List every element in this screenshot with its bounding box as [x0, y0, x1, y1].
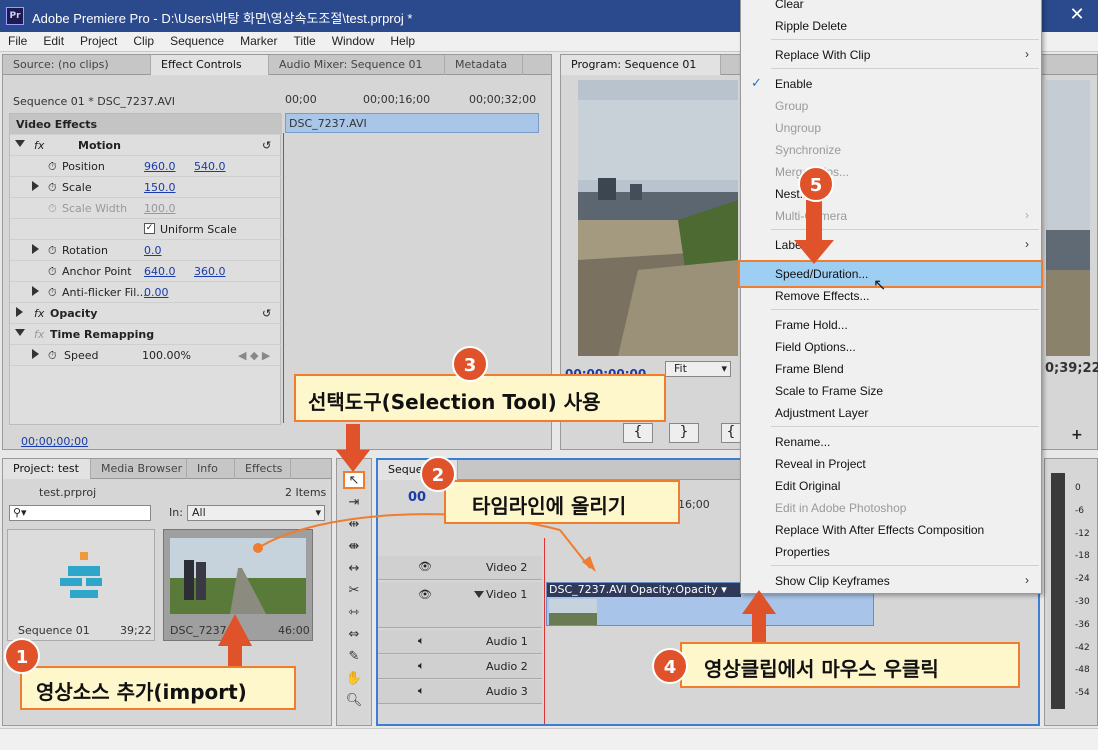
step-badge-5: 5 [798, 166, 834, 202]
callout-step4: 영상클립에서 마우스 우클릭 [680, 642, 1020, 688]
callout-step2: 타임라인에 올리기 [444, 480, 680, 524]
step-badge-1: 1 [4, 638, 40, 674]
step-badge-3: 3 [452, 346, 488, 382]
step-badge-4: 4 [652, 648, 688, 684]
callout-step3: 선택도구(Selection Tool) 사용 [294, 374, 666, 422]
step-badge-2: 2 [420, 456, 456, 492]
callout-step1: 영상소스 추가(import) [20, 666, 296, 710]
